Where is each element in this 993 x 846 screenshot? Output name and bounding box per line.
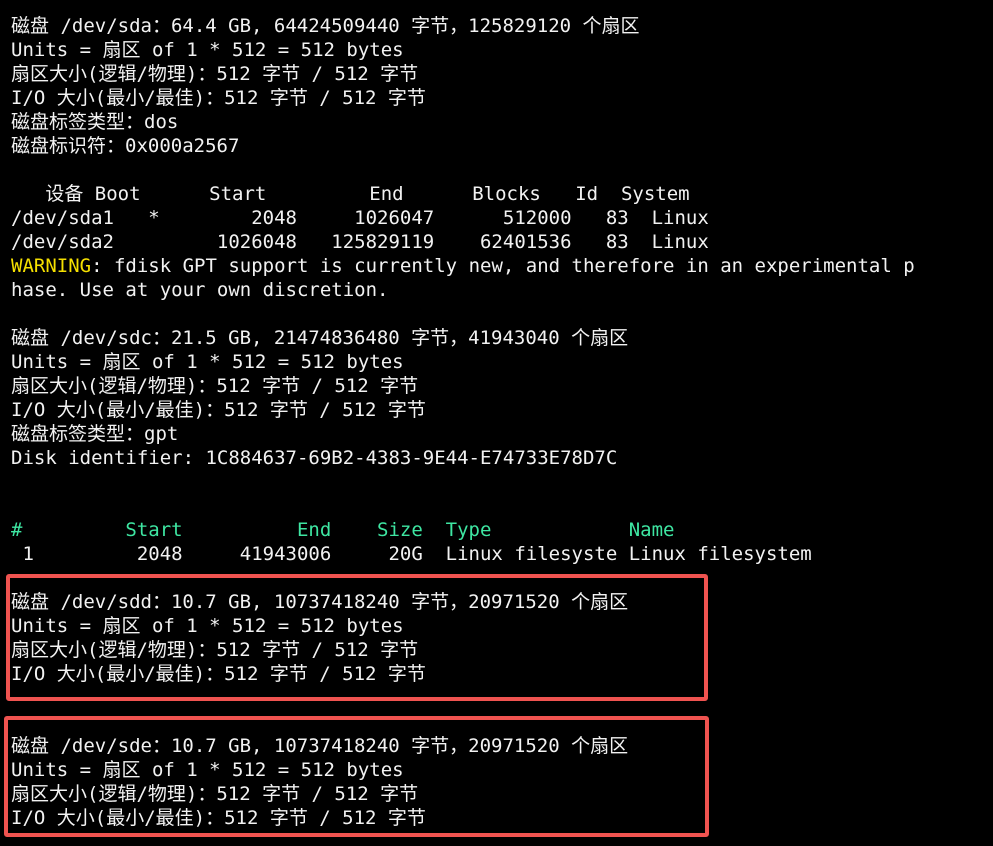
gpt-table-header: # Start End Size Type Name <box>11 519 675 541</box>
sda-io-size-line: I/O 大小(最小/最佳)：512 字节 / 512 字节 <box>11 87 426 109</box>
sdd-io-size-line: I/O 大小(最小/最佳)：512 字节 / 512 字节 <box>11 663 426 685</box>
sde-sector-size-line: 扇区大小(逻辑/物理)：512 字节 / 512 字节 <box>11 783 419 805</box>
warning-label: WARNING <box>11 255 92 277</box>
partition-row-sda1: /dev/sda1 * 2048 1026047 512000 83 Linux <box>11 207 709 229</box>
sde-disk-line: 磁盘 /dev/sde：10.7 GB, 10737418240 字节，2097… <box>11 735 629 757</box>
sdd-disk-line: 磁盘 /dev/sdd：10.7 GB, 10737418240 字节，2097… <box>11 591 629 613</box>
sda-label-type-line: 磁盘标签类型：dos <box>11 111 179 133</box>
gpt-partition-row-1: 1 2048 41943006 20G Linux filesyste Linu… <box>11 543 812 565</box>
partition-row-sda2: /dev/sda2 1026048 125829119 62401536 83 … <box>11 231 709 253</box>
sdd-sector-size-line: 扇区大小(逻辑/物理)：512 字节 / 512 字节 <box>11 639 419 661</box>
terminal-window[interactable]: 磁盘 /dev/sda：64.4 GB, 64424509440 字节，1258… <box>0 0 993 846</box>
sdc-units-line: Units = 扇区 of 1 * 512 = 512 bytes <box>11 351 404 373</box>
sdc-identifier-line: Disk identifier: 1C884637-69B2-4383-9E44… <box>11 447 618 469</box>
partition-table-header: 设备 Boot Start End Blocks Id System <box>11 183 690 205</box>
sda-sector-size-line: 扇区大小(逻辑/物理)：512 字节 / 512 字节 <box>11 63 419 85</box>
sdc-label-type-line: 磁盘标签类型：gpt <box>11 423 179 445</box>
sda-disk-line: 磁盘 /dev/sda：64.4 GB, 64424509440 字节，1258… <box>11 15 640 37</box>
sdd-units-line: Units = 扇区 of 1 * 512 = 512 bytes <box>11 615 404 637</box>
sde-io-size-line: I/O 大小(最小/最佳)：512 字节 / 512 字节 <box>11 807 426 829</box>
warning-line: WARNING: fdisk GPT support is currently … <box>11 254 915 278</box>
sdc-disk-line: 磁盘 /dev/sdc：21.5 GB, 21474836480 字节，4194… <box>11 327 629 349</box>
sda-units-line: Units = 扇区 of 1 * 512 = 512 bytes <box>11 39 404 61</box>
warning-line-continued: hase. Use at your own discretion. <box>11 279 389 301</box>
sde-units-line: Units = 扇区 of 1 * 512 = 512 bytes <box>11 759 404 781</box>
sda-identifier-line: 磁盘标识符：0x000a2567 <box>11 135 240 157</box>
sdc-sector-size-line: 扇区大小(逻辑/物理)：512 字节 / 512 字节 <box>11 375 419 397</box>
warning-message: : fdisk GPT support is currently new, an… <box>91 255 915 277</box>
sdc-io-size-line: I/O 大小(最小/最佳)：512 字节 / 512 字节 <box>11 399 426 421</box>
